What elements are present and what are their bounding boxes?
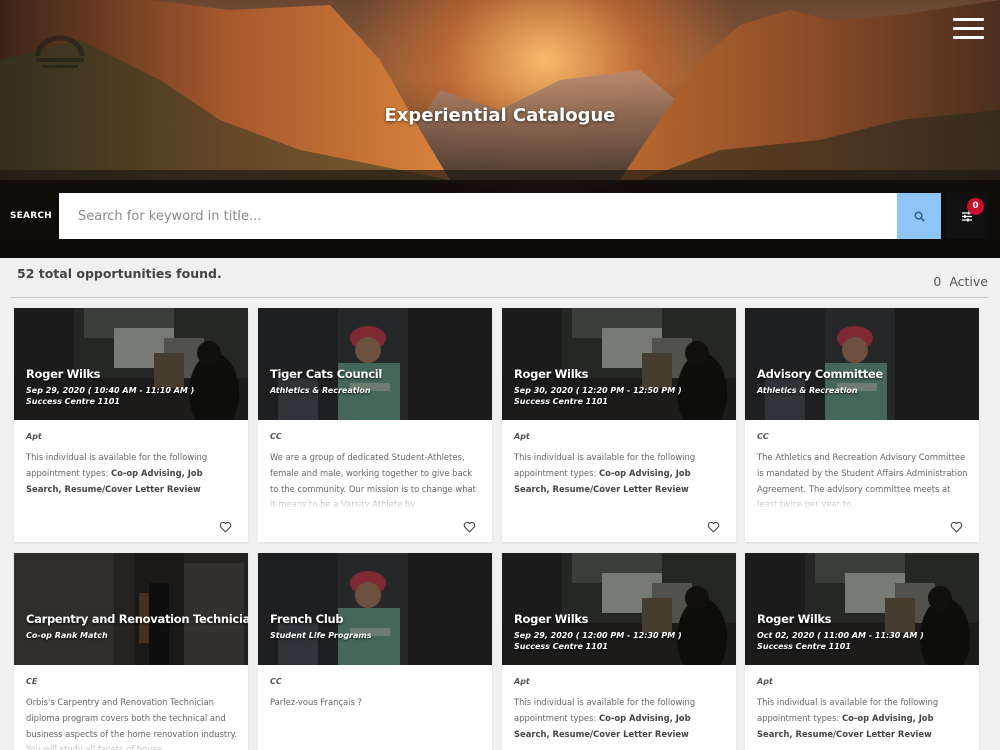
card-description: This individual is available for the fol… — [514, 695, 726, 750]
card-location: Success Centre 1101 — [26, 397, 120, 406]
opportunity-card[interactable]: French Club Student Life Programs CC Par… — [258, 553, 492, 750]
card-type: CE — [26, 677, 38, 686]
card-image-overlay — [745, 308, 979, 420]
heart-outline-icon[interactable] — [707, 521, 720, 533]
card-subtitle: Co-op Rank Match — [26, 631, 108, 640]
active-count-value: 0 — [933, 274, 942, 289]
card-location: Success Centre 1101 — [757, 642, 851, 651]
university-logo-icon — [35, 35, 85, 68]
card-subtitle: Oct 02, 2020 ( 11:00 AM - 11:30 AM ) — [757, 631, 924, 640]
search-label: SEARCH — [10, 211, 52, 221]
card-image-overlay — [14, 553, 248, 665]
card-description: Parlez-vous Français ? — [270, 695, 482, 750]
opportunity-card[interactable]: Roger Wilks Sep 29, 2020 ( 10:40 AM - 11… — [14, 308, 248, 542]
active-count-label: Active — [949, 274, 988, 289]
heart-outline-icon[interactable] — [219, 521, 232, 533]
card-description-text: We are a group of dedicated Student-Athl… — [270, 452, 476, 510]
card-title: French Club — [270, 612, 344, 626]
card-type: Apt — [514, 432, 530, 441]
card-image-overlay — [258, 308, 492, 420]
card-location: Success Centre 1101 — [514, 397, 608, 406]
opportunity-card[interactable]: Carpentry and Renovation Technician Co-o… — [14, 553, 248, 750]
hamburger-menu-icon[interactable] — [953, 16, 984, 40]
results-summary: 52 total opportunities found. — [17, 266, 222, 281]
card-subtitle: Sep 29, 2020 ( 12:00 PM - 12:30 PM ) — [514, 631, 682, 640]
card-location: Success Centre 1101 — [514, 642, 608, 651]
search-input[interactable] — [59, 193, 897, 239]
card-subtitle: Athletics & Recreation — [270, 386, 371, 395]
card-title: Roger Wilks — [514, 612, 589, 626]
opportunity-card[interactable]: Advisory Committee Athletics & Recreatio… — [745, 308, 979, 542]
card-description-text: Orbis's Carpentry and Renovation Technic… — [26, 697, 237, 750]
opportunity-card[interactable]: Roger Wilks Sep 29, 2020 ( 12:00 PM - 12… — [502, 553, 736, 750]
card-type: CC — [270, 432, 282, 441]
card-subtitle: Athletics & Recreation — [757, 386, 858, 395]
card-description-text: Parlez-vous Français ? — [270, 697, 362, 707]
card-image-overlay — [258, 553, 492, 665]
opportunity-card[interactable]: Tiger Cats Council Athletics & Recreatio… — [258, 308, 492, 542]
card-description: This individual is available for the fol… — [757, 695, 969, 750]
card-title: Roger Wilks — [757, 612, 832, 626]
opportunity-card[interactable]: Roger Wilks Sep 30, 2020 ( 12:20 PM - 12… — [502, 308, 736, 542]
active-filters-count[interactable]: 0 Active — [933, 274, 988, 289]
card-type: Apt — [26, 432, 42, 441]
card-type: Apt — [514, 677, 530, 686]
card-title: Carpentry and Renovation Technician — [26, 612, 248, 626]
search-button[interactable] — [897, 193, 941, 239]
filter-count-badge: 0 — [967, 198, 984, 215]
card-image — [258, 308, 492, 420]
card-image — [258, 553, 492, 665]
card-description: We are a group of dedicated Student-Athl… — [270, 450, 482, 510]
card-image — [745, 308, 979, 420]
card-description-text: The Athletics and Recreation Advisory Co… — [757, 452, 968, 510]
card-description: This individual is available for the fol… — [26, 450, 238, 510]
card-title: Tiger Cats Council — [270, 367, 383, 381]
card-type: Apt — [757, 677, 773, 686]
card-subtitle: Sep 29, 2020 ( 10:40 AM - 11:10 AM ) — [26, 386, 195, 395]
card-type: CC — [270, 677, 282, 686]
card-title: Roger Wilks — [514, 367, 589, 381]
page-title: Experiential Catalogue — [384, 105, 616, 126]
card-title: Roger Wilks — [26, 367, 101, 381]
heart-outline-icon[interactable] — [950, 521, 963, 533]
heart-outline-icon[interactable] — [463, 521, 476, 533]
card-subtitle: Student Life Programs — [270, 631, 372, 640]
card-image — [14, 553, 248, 665]
card-description: This individual is available for the fol… — [514, 450, 726, 510]
card-description: Orbis's Carpentry and Renovation Technic… — [26, 695, 238, 750]
divider — [10, 297, 988, 298]
card-subtitle: Sep 30, 2020 ( 12:20 PM - 12:50 PM ) — [514, 386, 682, 395]
card-description: The Athletics and Recreation Advisory Co… — [757, 450, 969, 510]
opportunity-card[interactable]: Roger Wilks Oct 02, 2020 ( 11:00 AM - 11… — [745, 553, 979, 750]
card-title: Advisory Committee — [757, 367, 883, 381]
card-type: CC — [757, 432, 769, 441]
search-icon — [914, 211, 925, 222]
